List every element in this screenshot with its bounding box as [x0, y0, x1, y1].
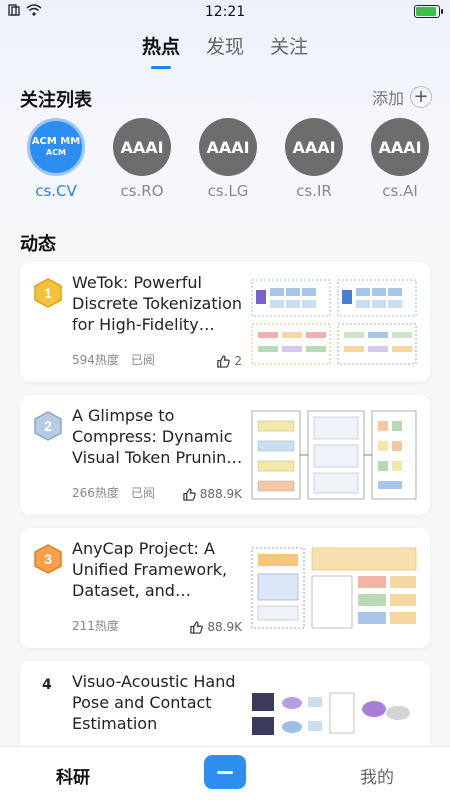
follow-item-cs-ai[interactable]: AAAI cs.AI [370, 118, 430, 200]
like-count: 88.9K [207, 620, 242, 634]
paper-thumbnail [248, 540, 420, 636]
nav-mine[interactable]: 我的 [360, 763, 394, 788]
like-count: 2 [234, 354, 242, 368]
paper-title: A Glimpse to Compress: Dynamic Visual To… [72, 406, 237, 467]
thumbs-up-icon [183, 487, 196, 501]
heat-count: 211热度 [72, 619, 119, 633]
aaai-avatar: AAAI [285, 118, 343, 176]
follow-header: 关注列表 添加 + [20, 85, 432, 111]
follow-label: cs.CV [35, 182, 77, 200]
nav-research[interactable]: 科研 [56, 763, 90, 788]
thumbs-up-icon [217, 354, 231, 368]
rank-number: 4 [42, 677, 52, 693]
like-button[interactable]: 88.9K [190, 620, 242, 634]
read-status: 已阅 [130, 486, 155, 500]
thumbs-up-icon [190, 620, 204, 634]
status-time: 12:21 [204, 4, 246, 20]
aaai-avatar: AAAI [113, 118, 171, 176]
follow-item-cs-lg[interactable]: AAAI cs.LG [198, 118, 258, 200]
follow-badge: ACM MM [31, 136, 81, 148]
paper-thumbnail [248, 407, 420, 503]
rank-number: 2 [44, 418, 52, 434]
follow-item-cs-ro[interactable]: AAAI cs.RO [112, 118, 172, 200]
plus-icon: + [410, 86, 432, 108]
paper-title: WeTok: Powerful Discrete Tokenization fo… [72, 273, 242, 334]
aaai-avatar: AAAI [199, 118, 257, 176]
like-button[interactable]: 2 [217, 354, 242, 368]
feed-title: 动态 [20, 234, 56, 255]
status-bar: 12:21 [0, 0, 450, 24]
add-label: 添加 [371, 89, 404, 108]
bottom-nav: 科研 我的 [0, 746, 450, 800]
like-count: 888.9K [199, 487, 242, 501]
aaai-avatar: AAAI [371, 118, 429, 176]
top-tabs: 热点 发现 关注 [0, 32, 450, 69]
acm-mm-avatar: ACM MM ACM [27, 118, 85, 176]
minus-icon [217, 770, 233, 774]
rank-number: 1 [44, 285, 52, 301]
rank-number: 3 [44, 551, 52, 567]
follow-label: cs.RO [120, 182, 164, 200]
tab-following[interactable]: 关注 [270, 32, 308, 69]
paper-meta: 211热度 [72, 617, 119, 634]
rank-silver-icon: 2 [34, 411, 62, 441]
paper-title: AnyCap Project: A Unified Framework, Dat… [72, 539, 228, 600]
paper-card[interactable]: 2 A Glimpse to Compress: Dynamic Visual … [20, 395, 430, 515]
follow-list-title: 关注列表 [20, 90, 92, 111]
follow-list: ACM MM ACM cs.CV AAAI cs.RO AAAI cs.LG A… [26, 118, 450, 204]
paper-meta: 266热度 已阅 [72, 484, 155, 501]
heat-count: 594热度 [72, 353, 119, 367]
follow-badge-sub: ACM [45, 148, 67, 158]
rank-gold-icon: 1 [34, 278, 62, 308]
follow-label: cs.IR [296, 182, 332, 200]
read-status: 已阅 [130, 353, 155, 367]
rank-bronze-icon: 3 [34, 544, 62, 574]
follow-label: cs.LG [207, 182, 249, 200]
heat-count: 266热度 [72, 486, 119, 500]
paper-card[interactable]: 1 WeTok: Powerful Discrete Tokenization … [20, 262, 430, 382]
nav-center-button[interactable] [204, 755, 246, 789]
paper-title: Visuo-Acoustic Hand Pose and Contact Est… [72, 672, 236, 733]
paper-card[interactable]: 3 AnyCap Project: A Unified Framework, D… [20, 528, 430, 648]
follow-label: cs.AI [382, 182, 418, 200]
follow-item-cs-ir[interactable]: AAAI cs.IR [284, 118, 344, 200]
paper-thumbnail [248, 673, 420, 753]
tab-hot[interactable]: 热点 [142, 32, 180, 69]
paper-meta: 594热度 已阅 [72, 351, 155, 368]
paper-thumbnail [248, 274, 420, 370]
battery-icon [414, 5, 443, 18]
tab-discover[interactable]: 发现 [206, 32, 244, 69]
like-button[interactable]: 888.9K [183, 487, 242, 501]
follow-item-cs-cv[interactable]: ACM MM ACM cs.CV [26, 118, 86, 200]
add-follow-button[interactable]: 添加 + [372, 85, 432, 109]
